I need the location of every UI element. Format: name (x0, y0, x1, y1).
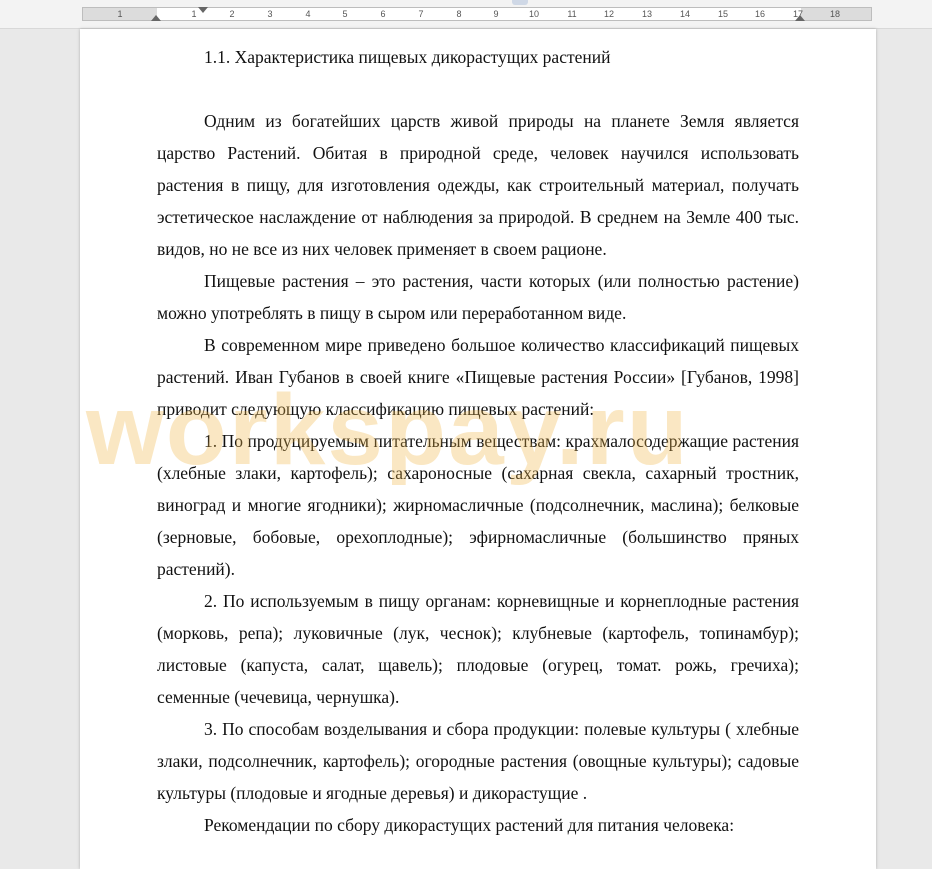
ruler-number: 15 (717, 9, 729, 19)
ruler-number: 9 (493, 9, 499, 19)
paragraph: Одним из богатейших царств живой природы… (157, 111, 799, 259)
ruler-number: 1 (117, 9, 123, 19)
vertical-scrollbar[interactable] (918, 29, 932, 864)
ruler-number: 18 (829, 9, 841, 19)
document-body[interactable]: 1.1. Характеристика пищевых дикорастущих… (157, 29, 799, 841)
ruler-number: 5 (342, 9, 348, 19)
ruler-number: 3 (267, 9, 273, 19)
ruler-number: 13 (641, 9, 653, 19)
right-indent-marker[interactable] (795, 15, 805, 21)
ruler-grip-handle[interactable] (512, 0, 528, 5)
ruler-number: 11 (567, 9, 577, 19)
paragraph: Пищевые растения – это растения, части к… (157, 271, 799, 323)
ruler-number: 6 (380, 9, 386, 19)
ruler-number: 12 (603, 9, 615, 19)
list-item-paragraph: 2. По используемым в пищу органам: корне… (157, 591, 799, 707)
list-item-paragraph: 3. По способам возделывания и сбора прод… (157, 719, 799, 803)
ruler-number: 7 (418, 9, 424, 19)
ruler-number: 14 (679, 9, 691, 19)
ruler-number: 8 (456, 9, 462, 19)
ruler-number: 10 (528, 9, 540, 19)
first-line-indent-marker[interactable] (198, 7, 208, 13)
paragraph: Рекомендации по сбору дикорастущих расте… (204, 815, 735, 835)
list-item-paragraph: 1. По продуцируемым питательным вещества… (157, 431, 799, 579)
ruler-number: 2 (229, 9, 235, 19)
left-indent-marker[interactable] (151, 15, 161, 21)
document-page[interactable]: 1.1. Характеристика пищевых дикорастущих… (80, 29, 876, 869)
horizontal-ruler[interactable]: 1 1 2 3 4 5 6 7 8 9 10 11 12 13 14 15 16… (0, 0, 932, 29)
ruler-number: 16 (754, 9, 766, 19)
ruler-number: 1 (191, 9, 197, 19)
paragraph: В современном мире приведено большое кол… (157, 335, 799, 419)
section-heading: 1.1. Характеристика пищевых дикорастущих… (204, 47, 611, 67)
ruler-number: 4 (305, 9, 311, 19)
